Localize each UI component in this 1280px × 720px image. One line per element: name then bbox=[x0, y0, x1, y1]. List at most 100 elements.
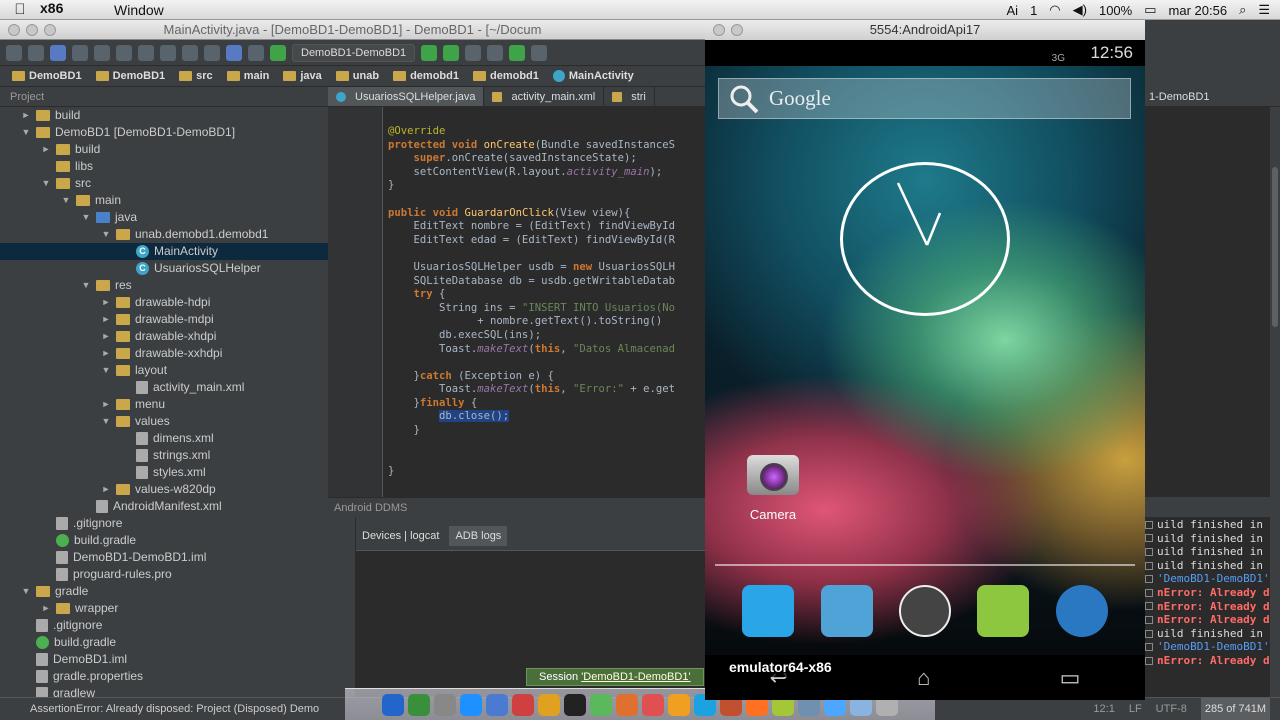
ddms-tab[interactable]: Devices | logcat bbox=[356, 526, 445, 546]
log-checkbox[interactable] bbox=[1145, 575, 1153, 584]
breadcrumb-item[interactable]: demobd1 bbox=[387, 70, 465, 82]
run-icon[interactable] bbox=[421, 45, 438, 61]
breadcrumb-item[interactable]: unab bbox=[330, 70, 385, 82]
expand-arrow-icon[interactable]: ► bbox=[20, 107, 32, 124]
expand-arrow-icon[interactable]: ► bbox=[100, 294, 112, 311]
dock-app-icon[interactable] bbox=[486, 693, 508, 716]
log-checkbox[interactable] bbox=[1145, 602, 1153, 611]
expand-arrow-icon[interactable]: ► bbox=[100, 345, 112, 362]
close-button[interactable] bbox=[8, 24, 20, 36]
file-encoding[interactable]: UTF-8 bbox=[1156, 698, 1187, 720]
sdk-manager-icon[interactable] bbox=[509, 45, 526, 61]
tree-item[interactable]: ▼ src bbox=[0, 175, 328, 192]
android-screen[interactable]: 3G 12:56 Google Camera ↩ ⌂ ▭ emulator64-… bbox=[705, 40, 1145, 700]
zoom-button[interactable] bbox=[44, 24, 56, 36]
log-checkbox[interactable] bbox=[1145, 588, 1153, 597]
battery-icon[interactable]: ▭ bbox=[1144, 2, 1156, 18]
project-panel-header[interactable]: Project bbox=[0, 87, 328, 107]
line-separator[interactable]: LF bbox=[1129, 698, 1142, 720]
sync-icon[interactable] bbox=[50, 45, 66, 61]
tree-item[interactable]: C MainActivity bbox=[0, 243, 328, 260]
tree-item[interactable]: C UsuariosSQLHelper bbox=[0, 260, 328, 277]
tree-item[interactable]: activity_main.xml bbox=[0, 379, 328, 396]
tree-item[interactable]: ► wrapper bbox=[0, 600, 328, 617]
log-checkbox[interactable] bbox=[1145, 656, 1153, 665]
menubar-clock[interactable]: mar 20:56 bbox=[1169, 3, 1228, 18]
avd-manager-icon[interactable] bbox=[531, 45, 548, 61]
expand-arrow-icon[interactable]: ▼ bbox=[20, 124, 32, 141]
tree-item[interactable]: DemoBD1-DemoBD1.iml bbox=[0, 549, 328, 566]
camera-shortcut[interactable]: Camera bbox=[745, 455, 801, 522]
status-message[interactable]: AssertionError: Already disposed: Projec… bbox=[30, 703, 319, 715]
tree-item[interactable]: proguard-rules.pro bbox=[0, 566, 328, 583]
back-icon[interactable] bbox=[226, 45, 242, 61]
dock-app-icon[interactable] bbox=[668, 693, 690, 716]
replace-icon[interactable] bbox=[204, 45, 220, 61]
run-config-select[interactable]: DemoBD1-DemoBD1 bbox=[292, 44, 416, 62]
recents-icon[interactable]: ▭ bbox=[1060, 665, 1081, 691]
log-checkbox[interactable] bbox=[1145, 629, 1153, 638]
analog-clock-widget[interactable] bbox=[840, 162, 1010, 316]
expand-arrow-icon[interactable]: ▼ bbox=[80, 277, 92, 294]
expand-arrow-icon[interactable]: ▼ bbox=[100, 226, 112, 243]
memory-indicator[interactable]: 285 of 741M bbox=[1200, 698, 1270, 720]
contacts-icon[interactable] bbox=[820, 585, 873, 637]
tree-item[interactable]: ► build bbox=[0, 141, 328, 158]
app-drawer-icon[interactable] bbox=[898, 585, 951, 637]
scrollbar[interactable] bbox=[1270, 107, 1280, 697]
breadcrumb-item[interactable]: src bbox=[173, 70, 219, 82]
emu-minimize-button[interactable] bbox=[731, 24, 743, 36]
scrollbar-thumb[interactable] bbox=[1272, 167, 1278, 327]
wifi-icon[interactable]: ◠ bbox=[1049, 2, 1060, 18]
session-link[interactable]: 'DemoBD1-DemoBD1' bbox=[581, 671, 690, 683]
apple-menu-icon[interactable]:  bbox=[0, 1, 40, 18]
tree-item[interactable]: dimens.xml bbox=[0, 430, 328, 447]
emu-close-button[interactable] bbox=[713, 24, 725, 36]
code-editor[interactable]: @Override protected void onCreate(Bundle … bbox=[383, 107, 705, 497]
tree-item[interactable]: ► build bbox=[0, 107, 328, 124]
tree-item[interactable]: gradle.properties bbox=[0, 668, 328, 685]
tree-item[interactable]: ▼ values bbox=[0, 413, 328, 430]
tree-item[interactable]: ▼ unab.demobd1.demobd1 bbox=[0, 226, 328, 243]
breadcrumb-item[interactable]: DemoBD1 bbox=[90, 70, 172, 82]
session-notification[interactable]: Session 'DemoBD1-DemoBD1' bbox=[526, 668, 704, 686]
dock-app-icon[interactable] bbox=[512, 693, 534, 716]
editor-tab[interactable]: UsuariosSQLHelper.java bbox=[328, 87, 485, 106]
make-icon[interactable] bbox=[270, 45, 286, 61]
find-icon[interactable] bbox=[182, 45, 198, 61]
tree-item[interactable]: ▼ layout bbox=[0, 362, 328, 379]
dock-app-icon[interactable] bbox=[642, 693, 664, 716]
home-icon[interactable]: ⌂ bbox=[917, 665, 930, 691]
dock-app-icon[interactable] bbox=[564, 693, 586, 716]
log-checkbox[interactable] bbox=[1145, 520, 1153, 529]
google-search-bar[interactable]: Google bbox=[718, 78, 1131, 119]
tree-item[interactable]: styles.xml bbox=[0, 464, 328, 481]
breadcrumb-item[interactable]: java bbox=[277, 70, 327, 82]
dock-app-icon[interactable] bbox=[382, 693, 404, 716]
expand-arrow-icon[interactable]: ▼ bbox=[80, 209, 92, 226]
expand-arrow-icon[interactable]: ► bbox=[100, 311, 112, 328]
expand-arrow-icon[interactable]: ► bbox=[100, 481, 112, 498]
ai-icon[interactable]: Ai bbox=[1007, 3, 1019, 18]
tree-item[interactable]: ► drawable-xhdpi bbox=[0, 328, 328, 345]
cursor-position[interactable]: 12:1 bbox=[1093, 698, 1114, 720]
battery-percent[interactable]: 100% bbox=[1099, 3, 1132, 18]
breadcrumb-item[interactable]: main bbox=[221, 70, 276, 82]
tree-item[interactable]: build.gradle bbox=[0, 634, 328, 651]
expand-arrow-icon[interactable]: ▼ bbox=[100, 413, 112, 430]
log-checkbox[interactable] bbox=[1145, 534, 1153, 543]
notification-count[interactable]: 1 bbox=[1030, 3, 1037, 18]
tree-item[interactable]: .gitignore bbox=[0, 515, 328, 532]
forward-icon[interactable] bbox=[248, 45, 264, 61]
list-icon[interactable]: ☰ bbox=[1258, 2, 1270, 18]
editor-tab[interactable]: stri bbox=[604, 87, 655, 106]
expand-arrow-icon[interactable]: ► bbox=[40, 141, 52, 158]
browser-icon[interactable] bbox=[1055, 585, 1108, 637]
tree-item[interactable]: ► drawable-xxhdpi bbox=[0, 345, 328, 362]
log-checkbox[interactable] bbox=[1145, 615, 1153, 624]
dock-app-icon[interactable] bbox=[408, 693, 430, 716]
paste-icon[interactable] bbox=[160, 45, 176, 61]
debug-icon[interactable] bbox=[443, 45, 460, 61]
expand-arrow-icon[interactable]: ► bbox=[100, 328, 112, 345]
tree-item[interactable]: AndroidManifest.xml bbox=[0, 498, 328, 515]
